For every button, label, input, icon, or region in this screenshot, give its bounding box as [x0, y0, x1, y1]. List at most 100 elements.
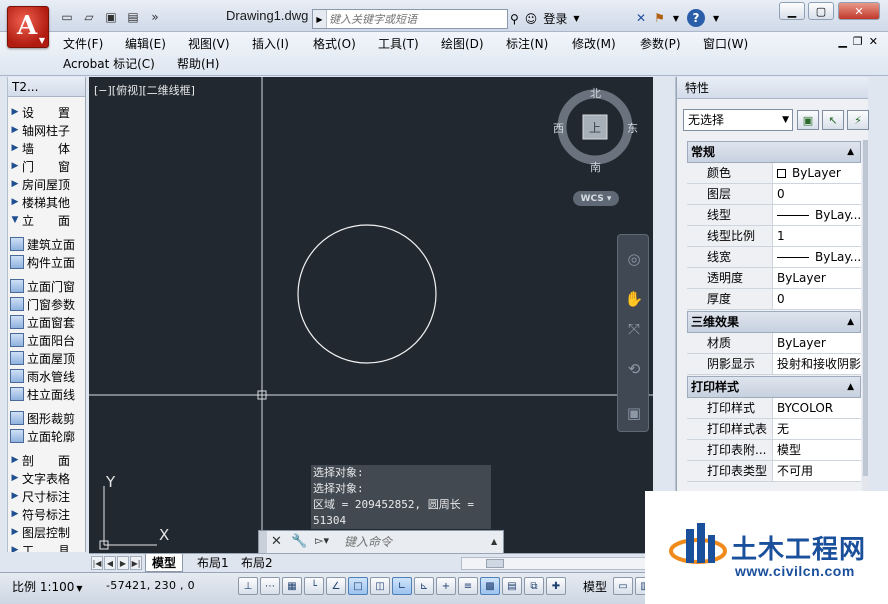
property-row[interactable]: 打印表类型 不可用 — [687, 461, 861, 482]
property-row[interactable]: 透明度 ByLayer — [687, 268, 861, 289]
property-row[interactable]: 图层 0 — [687, 184, 861, 205]
menu-format[interactable]: 格式(O) — [313, 35, 356, 52]
zoom-extents-icon[interactable]: ⤧ — [624, 319, 644, 339]
customize-wrench-icon[interactable]: 🔧 — [291, 534, 307, 549]
property-value[interactable]: 1 — [773, 226, 861, 246]
menu-view[interactable]: 视图(V) — [188, 35, 230, 52]
viewcube[interactable]: 上 北 南 东 西 — [553, 85, 638, 174]
close-button[interactable]: ✕ — [838, 2, 880, 20]
palette-group[interactable]: ▶ 工 具 — [8, 541, 85, 553]
property-value[interactable]: ByLayer — [773, 163, 861, 183]
menu-parametric[interactable]: 参数(P) — [640, 35, 681, 52]
infer-constraints-icon[interactable]: ⊥ — [238, 577, 258, 595]
palette-group[interactable]: ▶ 尺寸标注 — [8, 487, 85, 505]
palette-group[interactable]: ▶ 图层控制 — [8, 523, 85, 541]
properties-scrollbar[interactable] — [862, 140, 869, 500]
property-value[interactable]: 0 — [773, 184, 861, 204]
wcs-menu-button[interactable]: WCS ▾ — [573, 191, 619, 206]
pan-hand-icon[interactable]: ✋ — [624, 289, 644, 309]
help-search-input[interactable] — [329, 11, 505, 27]
doc-restore-button[interactable]: ❐ — [853, 35, 863, 48]
property-row[interactable]: 打印样式表无 — [687, 419, 861, 440]
tab-layout1[interactable]: 布局1 — [191, 554, 235, 572]
first-tab-button[interactable]: |◀ — [91, 556, 103, 570]
horizontal-scrollbar[interactable] — [461, 557, 649, 570]
palette-group[interactable]: ▶ 文字表格 — [8, 469, 85, 487]
model-space-label[interactable]: 模型 — [583, 578, 607, 595]
connect-icon[interactable]: ⚑ — [654, 11, 665, 25]
viewcube-south[interactable]: 南 — [590, 159, 601, 175]
palette-tool[interactable]: 构件立面 — [8, 253, 85, 271]
polar-tracking-icon[interactable]: ∠ — [326, 577, 346, 595]
property-row[interactable]: 线型 ByLay... — [687, 205, 861, 226]
properties-palette-grip[interactable] — [668, 77, 676, 552]
3d-osnap-icon[interactable]: ◫ — [370, 577, 390, 595]
cursor-coordinates[interactable]: -57421, 230 , 0 — [106, 579, 195, 592]
recent-commands-icon[interactable]: ▻▾ — [315, 534, 329, 547]
palette-group[interactable]: ▼ 立 面 — [8, 211, 85, 229]
orbit-icon[interactable]: ⟲ — [624, 359, 644, 379]
palette-group[interactable]: ▶ 符号标注 — [8, 505, 85, 523]
palette-tool[interactable]: 立面窗套 — [8, 313, 85, 331]
select-objects-icon[interactable]: ↖ — [822, 110, 844, 130]
chevron-down-icon[interactable]: ▼ — [673, 14, 679, 23]
palette-tool[interactable]: 柱立面线 — [8, 385, 85, 403]
viewcube-west[interactable]: 西 — [553, 120, 564, 136]
doc-close-button[interactable]: ✕ — [869, 35, 878, 48]
property-value[interactable]: 0 — [773, 289, 861, 309]
quick-view-layouts-icon[interactable]: ▭ — [613, 577, 633, 595]
minimize-button[interactable]: ▁ — [779, 2, 805, 20]
palette-group[interactable]: ▶ 房间屋顶 — [8, 175, 85, 193]
binoculars-icon[interactable]: ⚲ — [510, 12, 519, 26]
property-row[interactable]: 线宽 ByLay... — [687, 247, 861, 268]
scroll-thumb[interactable] — [863, 140, 868, 476]
ortho-mode-icon[interactable]: └ — [304, 577, 324, 595]
left-palette-grip[interactable] — [0, 77, 8, 552]
palette-group[interactable]: ▶ 墙 体 — [8, 139, 85, 157]
dynamic-input-icon[interactable]: + — [436, 577, 456, 595]
property-row[interactable]: 打印表附... 模型 — [687, 440, 861, 461]
palette-tool[interactable]: 立面门窗 — [8, 277, 85, 295]
selection-cycling-icon[interactable]: ⧉ — [524, 577, 544, 595]
palette-group[interactable]: ▶ 轴网柱子 — [8, 121, 85, 139]
new-file-icon[interactable]: ▭ — [58, 9, 76, 25]
property-row[interactable]: 打印样式 BYCOLOR — [687, 398, 861, 419]
palette-tool[interactable]: 立面屋顶 — [8, 349, 85, 367]
menu-window[interactable]: 窗口(W) — [703, 35, 748, 52]
doc-minimize-button[interactable]: ▁ — [838, 35, 846, 48]
property-section-header[interactable]: 常规 ▲ — [687, 141, 861, 163]
property-row[interactable]: 线型比例 1 — [687, 226, 861, 247]
menu-tools[interactable]: 工具(T) — [378, 35, 419, 52]
property-row[interactable]: 颜色 ByLayer — [687, 163, 861, 184]
object-snap-icon[interactable]: □ — [348, 577, 368, 595]
maximize-button[interactable]: ▢ — [808, 2, 834, 20]
command-input[interactable] — [344, 534, 484, 550]
allow-ucs-icon[interactable]: ⊾ — [414, 577, 434, 595]
property-value[interactable]: BYCOLOR — [773, 398, 861, 418]
palette-tool[interactable]: 建筑立面 — [8, 235, 85, 253]
palette-group[interactable]: ▶ 门 窗 — [8, 157, 85, 175]
property-value[interactable]: ByLay... — [773, 205, 861, 225]
help-search-box[interactable]: ▶ — [312, 9, 508, 29]
quick-properties-icon[interactable]: ▤ — [502, 577, 522, 595]
scroll-thumb[interactable] — [486, 559, 504, 568]
property-row[interactable]: 厚度 0 — [687, 289, 861, 310]
search-expand-icon[interactable]: ▶ — [313, 10, 327, 28]
help-icon[interactable]: ? — [686, 9, 705, 27]
annotation-scale[interactable]: 比例 1:100 ▼ — [12, 578, 83, 595]
palette-group[interactable]: ▶ 楼梯其他 — [8, 193, 85, 211]
palette-tool[interactable]: 雨水管线 — [8, 367, 85, 385]
toggle-pickadd-icon[interactable]: ▣ — [797, 110, 819, 130]
property-section-header[interactable]: 打印样式 ▲ — [687, 376, 861, 398]
palette-title[interactable]: T2... — [8, 77, 85, 97]
more-tools-icon[interactable]: » — [146, 9, 164, 25]
property-row[interactable]: 阴影显示 投射和接收阴影 — [687, 354, 861, 375]
property-value[interactable]: 无 — [773, 419, 861, 439]
viewcube-north[interactable]: 北 — [590, 85, 601, 101]
lineweight-icon[interactable]: ≡ — [458, 577, 478, 595]
save-as-icon[interactable]: ▤ — [124, 9, 142, 25]
property-value[interactable]: 不可用 — [773, 461, 861, 481]
circle-object[interactable] — [297, 224, 437, 364]
next-tab-button[interactable]: ▶ — [117, 556, 129, 570]
property-value[interactable]: 模型 — [773, 440, 861, 460]
